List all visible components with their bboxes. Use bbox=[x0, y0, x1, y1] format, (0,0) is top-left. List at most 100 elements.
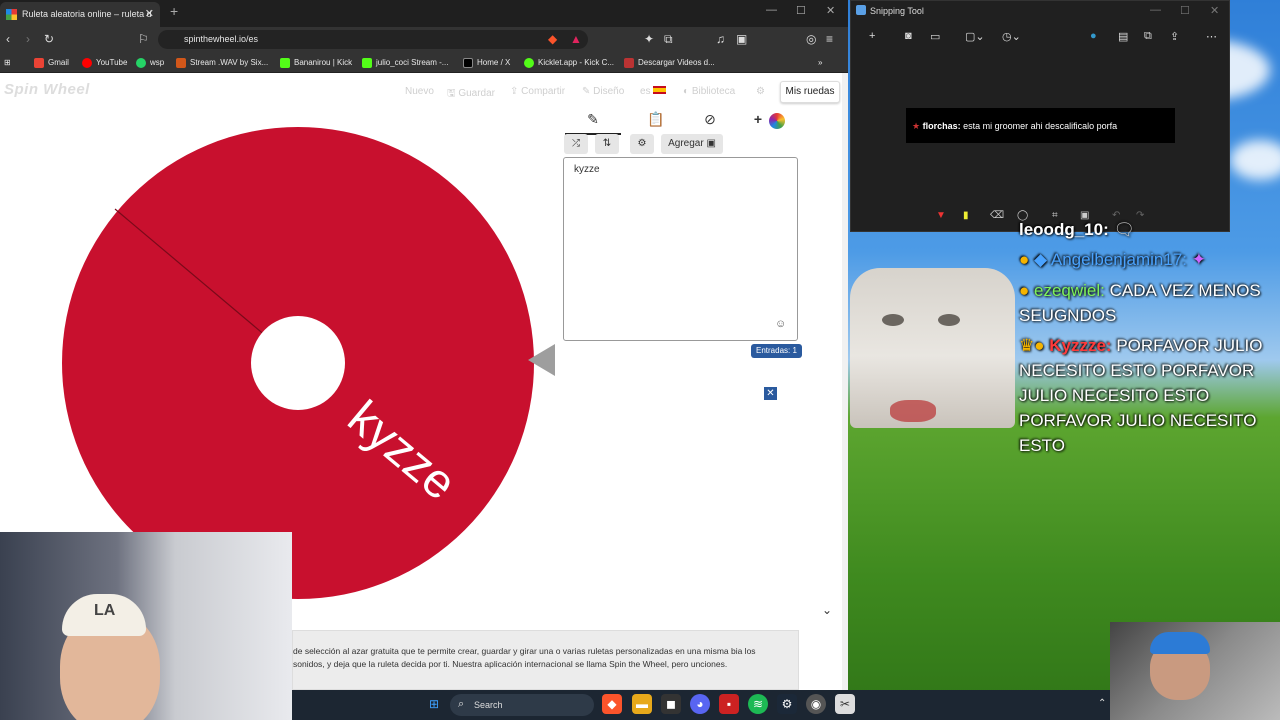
chat-username: leoodg_10: bbox=[1019, 220, 1109, 239]
obs-icon[interactable]: ◉ bbox=[806, 694, 826, 714]
brave-shield-icon[interactable]: ◆ bbox=[548, 31, 557, 47]
start-icon[interactable]: ⊞ bbox=[424, 694, 444, 714]
menu-icon[interactable]: ≡ bbox=[826, 31, 833, 47]
bookmark-kick-julio[interactable]: julio_coci Stream -... bbox=[362, 55, 448, 70]
color-wheel-icon[interactable] bbox=[769, 113, 785, 129]
back-icon[interactable]: ‹ bbox=[6, 31, 10, 47]
rewards-icon[interactable]: ▲ bbox=[570, 31, 582, 47]
app-taskbar-icon[interactable]: ◼ bbox=[661, 694, 681, 714]
bookmark-wsp[interactable]: wsp bbox=[136, 55, 164, 70]
copy-icon[interactable]: ⧉ bbox=[1144, 30, 1152, 43]
hide-tab-icon[interactable]: ⊘ bbox=[698, 111, 722, 133]
bookmark-youtube[interactable]: YouTube bbox=[82, 55, 127, 70]
settings-icon[interactable]: ⚙ bbox=[756, 86, 765, 97]
url-bar[interactable]: spinthewheel.io/es bbox=[158, 30, 588, 49]
sort-button[interactable]: ⇅ bbox=[595, 134, 619, 154]
chat-username: Kyzzze: bbox=[1049, 336, 1112, 355]
results-tab-icon[interactable]: 📋 bbox=[643, 111, 669, 133]
cap-logo: LA bbox=[94, 602, 116, 619]
chevron-down-icon[interactable]: ⌄ bbox=[822, 603, 832, 617]
spain-flag-icon bbox=[653, 86, 667, 94]
discord-icon[interactable]: ◕ bbox=[690, 694, 710, 714]
bookmark-stream-wav[interactable]: Stream .WAV by Six... bbox=[176, 55, 268, 70]
forward-icon[interactable]: › bbox=[26, 31, 30, 47]
nav-diseno[interactable]: ✎ Diseño bbox=[582, 86, 624, 97]
media-icon[interactable]: ♫ bbox=[716, 31, 725, 47]
webcam-overlay-secondary bbox=[1110, 622, 1280, 720]
puzzle-icon[interactable]: ⧉ bbox=[664, 31, 673, 47]
bookmark-descargar-videos[interactable]: Descargar Videos d... bbox=[624, 55, 715, 70]
screenshot-mode-icon[interactable]: ◙ bbox=[905, 30, 912, 42]
recorder-icon[interactable]: ▪ bbox=[719, 694, 739, 714]
snip-maximize-icon[interactable]: ☐ bbox=[1180, 4, 1190, 17]
steam-icon[interactable]: ⚙ bbox=[777, 694, 797, 714]
chat-emote-icon: 🗨 bbox=[1113, 220, 1136, 239]
entries-textarea[interactable]: kyzze bbox=[563, 157, 798, 341]
bookmark-x[interactable]: Home / X bbox=[463, 55, 510, 70]
snip-shape-icon[interactable]: ▢⌄ bbox=[965, 30, 985, 43]
tray-expand-icon[interactable]: ⌃ bbox=[1098, 698, 1106, 709]
more-bookmarks-icon[interactable]: » bbox=[818, 55, 822, 70]
bookmark-icon[interactable]: ⚐ bbox=[138, 31, 149, 47]
snip-captured-chat: ★ florchas: esta mi groomer ahi descalif… bbox=[906, 108, 1175, 143]
mis-ruedas-button[interactable]: Mis ruedas bbox=[780, 81, 840, 103]
bookmark-kicklet[interactable]: Kicklet.app - Kick C... bbox=[524, 55, 614, 70]
webcam-overlay: LA bbox=[0, 532, 292, 720]
apps-icon[interactable]: ⊞ bbox=[4, 55, 11, 70]
share-icon[interactable]: ⇪ bbox=[1170, 30, 1179, 43]
nav-language[interactable]: es bbox=[640, 86, 667, 97]
maximize-icon[interactable]: ☐ bbox=[796, 4, 806, 17]
bookmark-gmail[interactable]: Gmail bbox=[34, 55, 69, 70]
sidebar-icon[interactable]: ▣ bbox=[736, 31, 747, 47]
nav-nuevo[interactable]: Nuevo bbox=[405, 86, 434, 97]
snip-close-icon[interactable]: ✕ bbox=[1210, 4, 1219, 17]
minimize-icon[interactable]: — bbox=[766, 4, 777, 16]
taskbar-search[interactable]: Search bbox=[450, 694, 594, 716]
snipping-tool-title: Snipping Tool bbox=[870, 6, 924, 16]
add-image-button[interactable]: Agregar ▣ bbox=[661, 134, 723, 154]
brave-taskbar-icon[interactable]: ◆ bbox=[602, 694, 622, 714]
image-settings-button[interactable]: ⚙ bbox=[630, 134, 654, 154]
site-logo[interactable]: Spin Wheel bbox=[4, 81, 90, 98]
cloud bbox=[1230, 140, 1280, 180]
more-options-icon[interactable]: ⋯ bbox=[1206, 30, 1217, 43]
description-text: de selección al azar gratuita que te per… bbox=[292, 630, 799, 690]
shuffle-button[interactable]: ⤮ bbox=[564, 134, 588, 154]
vpn-icon[interactable]: ◎ bbox=[806, 31, 816, 47]
extension-icon[interactable]: ✦ bbox=[644, 31, 654, 47]
new-tab-button[interactable]: + bbox=[170, 3, 178, 19]
nav-biblioteca[interactable]: ◐ Biblioteca bbox=[683, 86, 735, 97]
close-window-icon[interactable]: ✕ bbox=[826, 4, 835, 17]
eraser-icon[interactable]: ⌫ bbox=[990, 210, 1004, 221]
close-ad-icon[interactable]: ✕ bbox=[764, 387, 777, 400]
spotify-icon[interactable]: ≋ bbox=[748, 694, 768, 714]
reload-icon[interactable]: ↻ bbox=[44, 31, 54, 47]
favicon-icon bbox=[6, 9, 17, 20]
search-icon: ⌕ bbox=[458, 698, 465, 710]
cap bbox=[1150, 632, 1210, 654]
snip-minimize-icon[interactable]: — bbox=[1150, 4, 1161, 16]
cat-flowers bbox=[890, 400, 936, 422]
nav-guardar[interactable]: 🖫 Guardar bbox=[447, 86, 495, 103]
highlighter-icon[interactable]: ▮ bbox=[963, 210, 969, 221]
file-explorer-icon[interactable]: ▬ bbox=[632, 694, 652, 714]
browser-tab[interactable]: Ruleta aleatoria online – ruleta d ✕ bbox=[0, 2, 160, 27]
emoji-icon[interactable]: ☺ bbox=[775, 318, 786, 330]
bookmark-kick-bananirou[interactable]: Bananirou | Kick bbox=[280, 55, 352, 70]
chat-username: ezeqwiel: bbox=[1034, 281, 1105, 300]
add-wheel-icon[interactable]: + bbox=[752, 111, 764, 133]
snipping-taskbar-icon[interactable]: ✂ bbox=[835, 694, 855, 714]
timer-icon[interactable]: ◷⌄ bbox=[1002, 30, 1021, 43]
nav-compartir[interactable]: ⇪ Compartir bbox=[510, 86, 565, 97]
new-snip-icon[interactable]: + bbox=[869, 30, 875, 42]
edit-entries-tab-icon[interactable]: ✎ bbox=[583, 111, 603, 133]
chat-message: ● ezeqwiel: CADA VEZ MENOS SEUGNDOS bbox=[1019, 278, 1279, 328]
pen-icon[interactable]: ▼ bbox=[936, 210, 946, 221]
edit-app-icon[interactable]: ● bbox=[1090, 30, 1097, 42]
page-scrollbar[interactable] bbox=[842, 73, 848, 690]
save-icon[interactable]: ▤ bbox=[1118, 30, 1128, 43]
video-mode-icon[interactable]: ▭ bbox=[930, 30, 940, 43]
tab-title: Ruleta aleatoria online – ruleta d bbox=[22, 9, 152, 19]
close-tab-icon[interactable]: ✕ bbox=[145, 2, 154, 27]
spin-wheel[interactable]: kyzze bbox=[60, 125, 536, 601]
